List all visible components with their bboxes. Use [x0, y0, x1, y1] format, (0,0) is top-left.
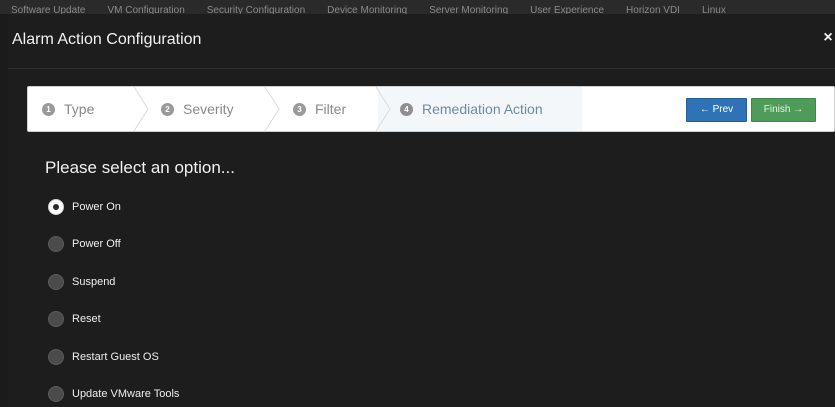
wizard-steps-bar: 1 Type 2 Severity 3 Filter 4 Remediation…	[27, 86, 835, 132]
step-number-badge: 3	[293, 102, 306, 116]
close-icon[interactable]: ×	[821, 29, 835, 47]
option-suspend[interactable]: Suspend	[48, 273, 308, 291]
step-label: Filter	[315, 101, 347, 117]
alarm-action-modal: Alarm Action Configuration × 1 Type 2 Se…	[8, 14, 835, 407]
step-number-badge: 2	[161, 102, 174, 116]
wizard-step-severity[interactable]: 2 Severity	[161, 87, 234, 131]
option-power-on[interactable]: Power On	[48, 198, 308, 216]
bg-nav-item[interactable]: Software Update	[0, 6, 97, 15]
option-update-vmware-tools[interactable]: Update VMware Tools	[48, 385, 308, 403]
background-nav: Software Update VM Configuration Security …	[0, 0, 835, 14]
step-label: Severity	[183, 101, 234, 117]
option-label: Reset	[72, 313, 101, 325]
radio-button[interactable]	[48, 311, 64, 327]
radio-button[interactable]	[48, 274, 64, 290]
option-reset[interactable]: Reset	[48, 310, 308, 328]
chevron-right-icon	[374, 87, 392, 131]
radio-button[interactable]	[48, 199, 64, 215]
page: Software Update VM Configuration Security …	[0, 0, 835, 407]
chevron-right-icon	[263, 87, 281, 131]
wizard-step-remediation-action[interactable]: 4 Remediation Action	[378, 87, 582, 131]
step-label: Type	[64, 101, 95, 117]
option-label: Restart Guest OS	[72, 351, 159, 363]
step-label: Remediation Action	[422, 101, 543, 117]
option-restart-guest-os[interactable]: Restart Guest OS	[48, 348, 308, 366]
finish-button[interactable]: Finish →	[751, 98, 816, 122]
radio-button[interactable]	[48, 349, 64, 365]
option-label: Power On	[72, 201, 121, 213]
option-label: Update VMware Tools	[72, 388, 180, 400]
bg-nav-item[interactable]: Security Configuration	[196, 6, 316, 15]
wizard-step-type[interactable]: 1 Type	[42, 87, 94, 131]
wizard-step-filter[interactable]: 3 Filter	[293, 87, 346, 131]
radio-button[interactable]	[48, 386, 64, 402]
step-number-badge: 1	[42, 102, 55, 116]
bg-nav-item[interactable]: Device Monitoring	[316, 6, 418, 15]
radio-button[interactable]	[48, 236, 64, 252]
option-power-off[interactable]: Power Off	[48, 235, 308, 253]
prev-button[interactable]: ← Prev	[686, 98, 747, 122]
chevron-right-icon	[132, 87, 150, 131]
bg-nav-item[interactable]: User Experience	[519, 6, 615, 15]
option-label: Power Off	[72, 238, 121, 250]
bg-nav-item[interactable]: Horizon VDI	[615, 6, 691, 15]
option-label: Suspend	[72, 276, 116, 288]
bg-nav-item[interactable]: Linux	[691, 6, 737, 15]
step-number-badge: 4	[400, 102, 413, 116]
modal-title: Alarm Action Configuration	[12, 31, 202, 48]
modal-header: Alarm Action Configuration ×	[8, 14, 835, 69]
wizard-steps: 1 Type 2 Severity 3 Filter 4 Remediation…	[28, 87, 588, 131]
bg-nav-item[interactable]: VM Configuration	[97, 6, 196, 15]
bg-nav-item[interactable]: Server Monitoring	[418, 6, 519, 15]
option-prompt: Please select an option...	[45, 158, 235, 177]
